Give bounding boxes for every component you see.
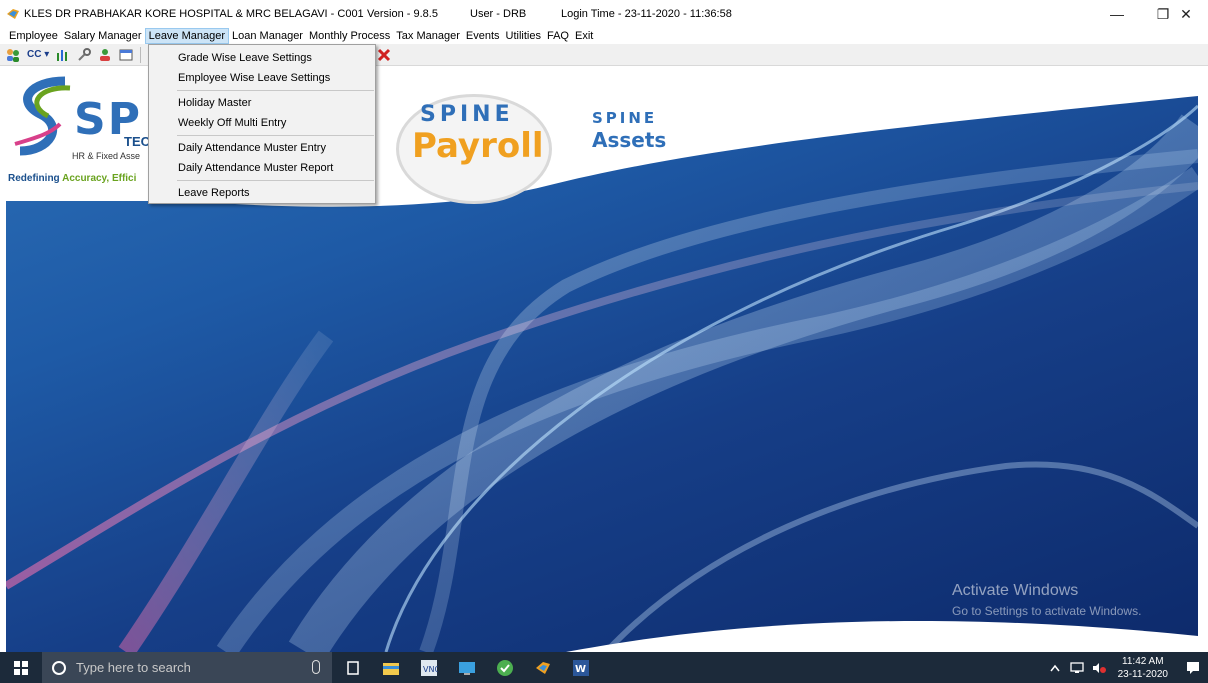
menu-grade-wise-leave-settings[interactable]: Grade Wise Leave Settings: [149, 48, 375, 68]
menu-loan-manager[interactable]: Loan Manager: [229, 28, 306, 44]
green-app-icon: [497, 659, 513, 676]
slogan-word: Redefining: [8, 173, 60, 184]
menu-tax-manager[interactable]: Tax Manager: [393, 28, 463, 44]
close-icon: ✕: [1180, 5, 1192, 22]
cc-dropdown[interactable]: CC ▾: [25, 46, 51, 64]
vnc-icon: VNC: [421, 659, 438, 676]
start-button[interactable]: [0, 652, 42, 683]
system-tray: 11:42 AM 23-11-2020: [1046, 652, 1208, 683]
slogan-accent: Accuracy, Effici: [62, 173, 137, 184]
login-time-label: Login Time - 23-11-2020 - 11:36:58: [561, 8, 732, 20]
close-button[interactable]: ✕: [1164, 0, 1208, 28]
title-bar: KLES DR PRABHAKAR KORE HOSPITAL & MRC BE…: [0, 0, 1208, 28]
payroll-spine-text: SPINE: [420, 102, 514, 127]
logo-tec-text: TEC: [124, 134, 150, 149]
network-icon: [1069, 661, 1084, 673]
application-window: KLES DR PRABHAKAR KORE HOSPITAL & MRC BE…: [0, 0, 1208, 683]
spine-app-icon: [536, 661, 550, 674]
search-placeholder: Type here to search: [76, 660, 191, 675]
menu-leave-reports[interactable]: Leave Reports: [149, 183, 375, 203]
menu-utilities[interactable]: Utilities: [503, 28, 544, 44]
exit-button[interactable]: [375, 46, 393, 64]
menu-separator: [177, 90, 374, 91]
leave-manager-menu: Grade Wise Leave Settings Employee Wise …: [148, 44, 376, 204]
tools-button[interactable]: [75, 46, 93, 64]
remote-desktop-icon: [459, 661, 475, 675]
network-button[interactable]: [1068, 659, 1086, 677]
activate-windows-title: Activate Windows: [952, 582, 1079, 599]
svg-text:VNC: VNC: [423, 665, 438, 674]
user-refresh-icon: [100, 48, 111, 61]
taskbar-clock[interactable]: 11:42 AM 23-11-2020: [1118, 655, 1168, 681]
menu-employee-wise-leave-settings[interactable]: Employee Wise Leave Settings: [149, 68, 375, 88]
minimize-icon: —: [1110, 6, 1124, 22]
menu-leave-manager[interactable]: Leave Manager: [144, 28, 230, 44]
remote-desktop-button[interactable]: [450, 652, 484, 683]
tools-icon: [78, 47, 92, 61]
menu-monthly-process[interactable]: Monthly Process: [306, 28, 393, 44]
task-view-button[interactable]: [336, 652, 370, 683]
spine-app-button[interactable]: [526, 652, 560, 683]
menu-holiday-master[interactable]: Holiday Master: [149, 93, 375, 113]
volume-muted-icon: [1092, 662, 1106, 673]
company-title: KLES DR PRABHAKAR KORE HOSPITAL & MRC BE…: [24, 8, 364, 20]
close-red-icon: [378, 48, 391, 61]
microphone-icon[interactable]: [312, 660, 320, 674]
menu-exit[interactable]: Exit: [572, 28, 596, 44]
menu-faq[interactable]: FAQ: [544, 28, 572, 44]
activate-windows-subtitle: Go to Settings to activate Windows.: [952, 604, 1142, 618]
menu-daily-attendance-muster-report[interactable]: Daily Attendance Muster Report: [149, 158, 375, 178]
window-icon: [119, 49, 133, 60]
folder-icon: [383, 662, 399, 675]
notification-icon: [1187, 661, 1199, 674]
action-center-button[interactable]: [1178, 652, 1208, 683]
menu-daily-attendance-muster-entry[interactable]: Daily Attendance Muster Entry: [149, 138, 375, 158]
menu-separator: [177, 135, 374, 136]
volume-button[interactable]: [1090, 659, 1108, 677]
menu-salary-manager[interactable]: Salary Manager: [61, 28, 145, 44]
menu-separator: [177, 180, 374, 181]
windows-taskbar: Type here to search VNC W 11:42 AM 23-11…: [0, 652, 1208, 683]
logo-tagline: HR & Fixed Asse: [72, 151, 141, 161]
menu-bar: Employee Salary Manager Leave Manager Lo…: [0, 28, 1208, 44]
users-icon: [7, 48, 19, 62]
show-hidden-icons-button[interactable]: [1046, 659, 1064, 677]
spine-swoosh-logo: [14, 76, 71, 156]
users-button[interactable]: [4, 46, 22, 64]
assets-text: Assets: [592, 128, 667, 152]
chevron-up-icon: [1049, 664, 1060, 671]
green-app-button[interactable]: [488, 652, 522, 683]
file-explorer-button[interactable]: [374, 652, 408, 683]
minimize-button[interactable]: —: [1094, 0, 1140, 28]
user-refresh-button[interactable]: [96, 46, 114, 64]
menu-weekly-off-multi-entry[interactable]: Weekly Off Multi Entry: [149, 113, 375, 133]
menu-events[interactable]: Events: [463, 28, 503, 44]
assets-spine-text: SPINE: [592, 109, 658, 127]
vnc-viewer-button[interactable]: VNC: [412, 652, 446, 683]
menu-employee[interactable]: Employee: [6, 28, 61, 44]
version-label: Version - 9.8.5: [367, 8, 438, 20]
bar-chart-icon: [57, 49, 68, 61]
user-label: User - DRB: [470, 8, 527, 20]
clock-time: 11:42 AM: [1122, 655, 1164, 667]
word-button[interactable]: W: [564, 652, 598, 683]
logo-slogan: Redefining Accuracy, Effici: [8, 173, 136, 184]
svg-text:W: W: [575, 664, 586, 675]
taskbar-search[interactable]: Type here to search: [42, 652, 332, 683]
window-button[interactable]: [117, 46, 135, 64]
cortana-icon: [52, 660, 66, 675]
toolbar-separator: [140, 46, 142, 63]
windows-logo-icon: [14, 660, 28, 675]
clock-date: 23-11-2020: [1117, 668, 1168, 680]
word-icon: W: [573, 659, 589, 676]
report-button[interactable]: [54, 46, 72, 64]
task-view-icon: [347, 660, 359, 675]
app-logo-icon: [7, 9, 19, 19]
payroll-text: Payroll: [412, 126, 544, 166]
